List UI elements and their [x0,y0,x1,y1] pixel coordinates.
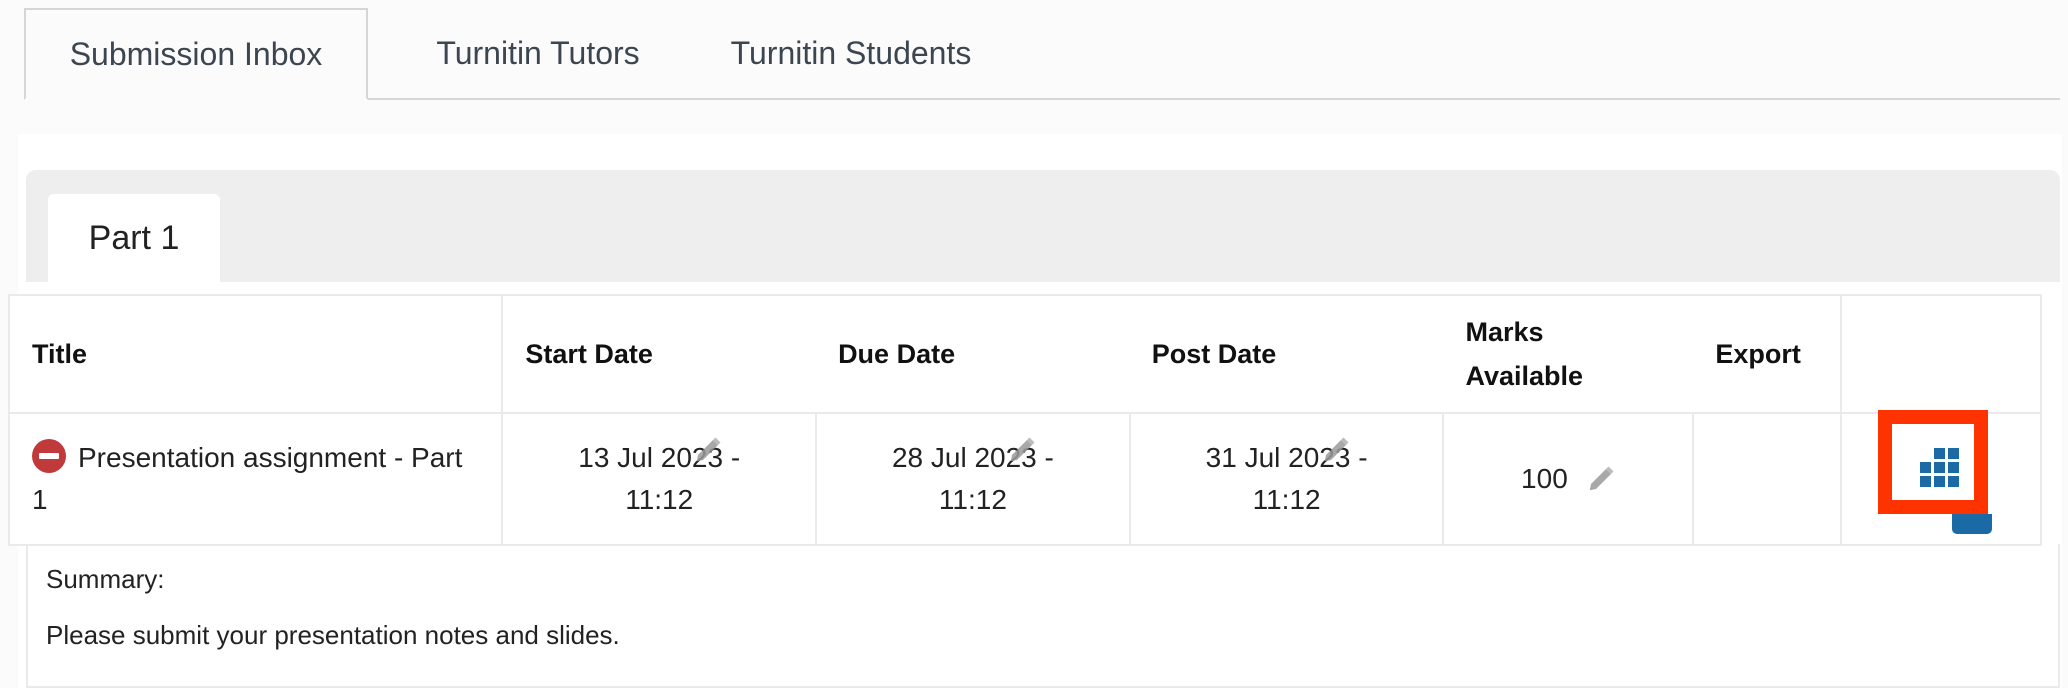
header-export: Export [1693,294,1843,414]
tab-submission-inbox[interactable]: Submission Inbox [24,8,368,100]
edit-pencil-icon[interactable] [1586,464,1616,494]
cell-marks-available: 100 [1442,412,1695,546]
header-title: Title [7,294,504,414]
cell-post-date: 31 Jul 2023 - 11:12 [1128,412,1445,546]
actions-dropdown-toggle[interactable] [1952,514,1993,534]
cell-start-date: 13 Jul 2023 - 11:12 [501,412,818,546]
assignment-title[interactable]: Presentation assignment - Part 1 [32,442,462,515]
summary-section: Summary: Please submit your presentation… [26,544,2060,688]
cell-due-date: 28 Jul 2023 - 11:12 [815,412,1131,546]
header-post-date: Post Date [1129,294,1444,414]
highlight-box [1878,410,1989,514]
grid-menu-icon[interactable] [1918,448,1960,488]
tab-turnitin-students[interactable]: Turnitin Students [696,8,1006,98]
cell-export [1692,412,1843,546]
summary-label: Summary: [46,564,165,594]
header-marks-available-label: Marks Available [1465,317,1584,391]
edit-pencil-icon[interactable] [693,435,723,465]
table-header-row: Title Start Date Due Date Post Date Mark… [7,294,2042,414]
parts-tab-bar: Part 1 [26,170,2060,282]
cell-title: Presentation assignment - Part 1 [7,412,504,546]
assignment-table: Title Start Date Due Date Post Date Mark… [7,294,2042,546]
summary-text: Please submit your presentation notes an… [46,620,620,650]
header-start-date: Start Date [502,294,817,414]
header-due-date: Due Date [816,294,1130,414]
edit-pencil-icon[interactable] [1321,435,1351,465]
tab-part-1[interactable]: Part 1 [48,194,220,282]
table-row: Presentation assignment - Part 1 13 Jul … [7,410,2042,546]
edit-pencil-icon[interactable] [1007,435,1037,465]
header-actions [1840,294,2042,414]
tab-turnitin-tutors[interactable]: Turnitin Tutors [388,8,688,98]
no-entry-icon [32,438,66,473]
header-marks-available: Marks Available [1443,294,1694,414]
marks-value: 100 [1521,463,1568,494]
top-tabs: Submission Inbox Turnitin Tutors Turniti… [24,8,2060,100]
cell-actions [1840,410,2042,546]
